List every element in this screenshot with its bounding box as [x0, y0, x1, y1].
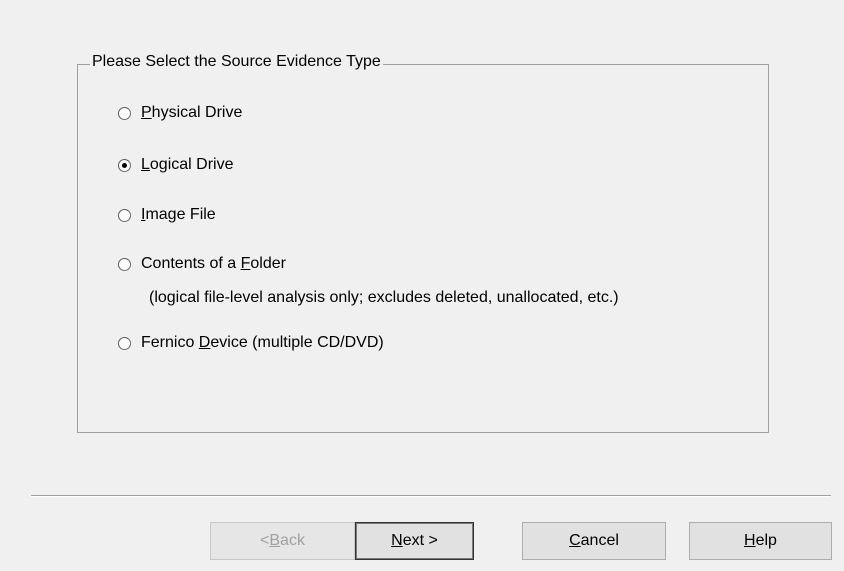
logical-drive-radio[interactable]: [118, 158, 131, 172]
image-file-radio[interactable]: [118, 208, 131, 222]
option-logical-drive[interactable]: Logical Drive: [118, 155, 234, 175]
groupbox-title: Please Select the Source Evidence Type: [90, 52, 383, 72]
help-button[interactable]: Help: [689, 522, 832, 560]
next-button[interactable]: Next >: [355, 522, 474, 560]
folder-contents-label: Contents of a Folder: [141, 255, 286, 272]
option-folder-contents[interactable]: Contents of a Folder: [118, 254, 286, 274]
physical-drive-radio[interactable]: [118, 106, 131, 120]
button-separator: [31, 495, 831, 497]
option-image-file[interactable]: Image File: [118, 205, 216, 225]
fernico-device-radio[interactable]: [118, 336, 131, 350]
image-file-label: Image File: [141, 206, 216, 223]
back-button[interactable]: < Back: [210, 522, 355, 560]
folder-contents-radio[interactable]: [118, 257, 131, 271]
logical-drive-label: Logical Drive: [141, 156, 234, 173]
option-physical-drive[interactable]: Physical Drive: [118, 103, 242, 123]
option-fernico-device[interactable]: Fernico Device (multiple CD/DVD): [118, 333, 384, 353]
fernico-device-label: Fernico Device (multiple CD/DVD): [141, 334, 384, 351]
physical-drive-label: Physical Drive: [141, 104, 243, 121]
cancel-button[interactable]: Cancel: [522, 522, 666, 560]
folder-contents-note: (logical file-level analysis only; exclu…: [149, 289, 619, 306]
